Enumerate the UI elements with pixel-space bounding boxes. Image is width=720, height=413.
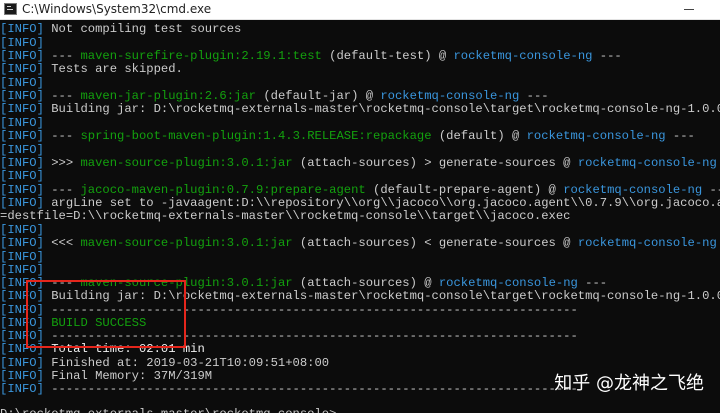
console-line: [INFO] <<< maven-source-plugin:3.0.1:jar… (0, 237, 720, 250)
console-line: [INFO] ---------------------------------… (0, 383, 578, 396)
console-text: (attach-sources) > generate-sources @ (292, 156, 578, 170)
console-line: [INFO] >>> maven-source-plugin:3.0.1:jar… (0, 157, 720, 170)
console-text: --- (519, 89, 549, 103)
console-text: --- (665, 129, 695, 143)
log-level-tag: [INFO] (0, 156, 52, 170)
log-level-tag: [INFO] (0, 143, 44, 157)
console-text: argLine set to -javaagent:D:\\repository… (51, 196, 720, 210)
console-line: [INFO] (0, 170, 44, 183)
console-text: maven-source-plugin:3.0.1:jar (80, 236, 293, 250)
console-text: --- (51, 129, 81, 143)
log-level-tag: [INFO] (0, 236, 52, 250)
log-level-tag: [INFO] (0, 62, 52, 76)
console-text: rocketmq-console-ng (577, 236, 717, 250)
console-text: =destfile=D:\\rocketmq-externals-master\… (0, 209, 571, 223)
console-output[interactable]: [INFO] Not compiling test sources [INFO][… (0, 20, 720, 413)
console-text: ----------------------------------------… (51, 382, 578, 396)
log-level-tag: [INFO] (0, 356, 52, 370)
console-text: rocketmq-console-ng (453, 49, 593, 63)
console-text: (default-jar) @ (256, 89, 381, 103)
log-level-tag: [INFO] (0, 196, 52, 210)
console-text: (default-prepare-agent) @ (365, 183, 564, 197)
console-text: --- (51, 89, 81, 103)
log-level-tag: [INFO] (0, 183, 52, 197)
console-text: --- (592, 49, 622, 63)
console-text: <<< (51, 236, 81, 250)
log-level-tag: [INFO] (0, 369, 52, 383)
console-line: D:\rocketmq-externals-master\rocketmq-co… (0, 408, 336, 413)
zhihu-watermark: 知乎 @龙神之飞绝 (554, 373, 704, 394)
console-text: maven-source-plugin:3.0.1:jar (80, 156, 293, 170)
console-text: jacoco-maven-plugin:0.7.9:prepare-agent (80, 183, 366, 197)
log-level-tag: [INFO] (0, 250, 44, 264)
console-text: --- (51, 49, 81, 63)
console-text: Finished at: 2019-03-21T10:09:51+08:00 (51, 356, 330, 370)
log-level-tag: [INFO] (0, 76, 44, 90)
console-line: [INFO] Not compiling test sources (0, 23, 241, 36)
console-text: --- (577, 276, 608, 290)
console-text: --- (709, 183, 720, 197)
window-title: C:\Windows\System32\cmd.exe (22, 2, 212, 16)
log-level-tag: [INFO] (0, 36, 44, 50)
console-text: (attach-sources) @ (292, 276, 439, 290)
console-text: Not compiling test sources (51, 22, 242, 36)
log-level-tag: [INFO] (0, 102, 52, 116)
console-text: >>> (51, 156, 81, 170)
console-text: maven-jar-plugin:2.6:jar (80, 89, 256, 103)
console-text: rocketmq-console-ng (438, 276, 578, 290)
log-level-tag: [INFO] (0, 116, 44, 130)
log-level-tag: [INFO] (0, 49, 52, 63)
console-text: rocketmq-console-ng (380, 89, 520, 103)
console-text: (default) @ (431, 129, 527, 143)
minimize-button[interactable] (680, 0, 698, 19)
console-text: Building jar: D:\rocketmq-externals-mast… (51, 102, 720, 116)
console-line: [INFO] Tests are skipped. (0, 63, 183, 76)
log-level-tag: [INFO] (0, 129, 52, 143)
console-text: Tests are skipped. (51, 62, 183, 76)
build-success-highlight-box (26, 280, 186, 348)
console-line: =destfile=D:\\rocketmq-externals-master\… (0, 210, 570, 223)
log-level-tag: [INFO] (0, 22, 52, 36)
console-text: Final Memory: 37M/319M (51, 369, 213, 383)
console-text: (attach-sources) < generate-sources @ (292, 236, 578, 250)
console-text: rocketmq-console-ng (563, 183, 703, 197)
console-text: rocketmq-console-ng (577, 156, 717, 170)
console-text: --- (51, 183, 81, 197)
window-titlebar[interactable]: C:\Windows\System32\cmd.exe (0, 0, 720, 20)
console-text: maven-surefire-plugin:2.19.1:test (80, 49, 322, 63)
log-level-tag: [INFO] (0, 263, 44, 277)
console-line: [INFO] --- spring-boot-maven-plugin:1.4.… (0, 130, 695, 143)
cmd-app-icon (4, 3, 17, 15)
console-text: D:\rocketmq-externals-master\rocketmq-co… (0, 407, 336, 413)
console-text: (default-test) @ (321, 49, 454, 63)
console-text: spring-boot-maven-plugin:1.4.3.RELEASE:r… (80, 129, 432, 143)
console-text: rocketmq-console-ng (526, 129, 666, 143)
log-level-tag: [INFO] (0, 382, 52, 396)
console-line: [INFO] Building jar: D:\rocketmq-externa… (0, 103, 720, 116)
log-level-tag: [INFO] (0, 89, 52, 103)
log-level-tag: [INFO] (0, 223, 44, 237)
log-level-tag: [INFO] (0, 169, 44, 183)
